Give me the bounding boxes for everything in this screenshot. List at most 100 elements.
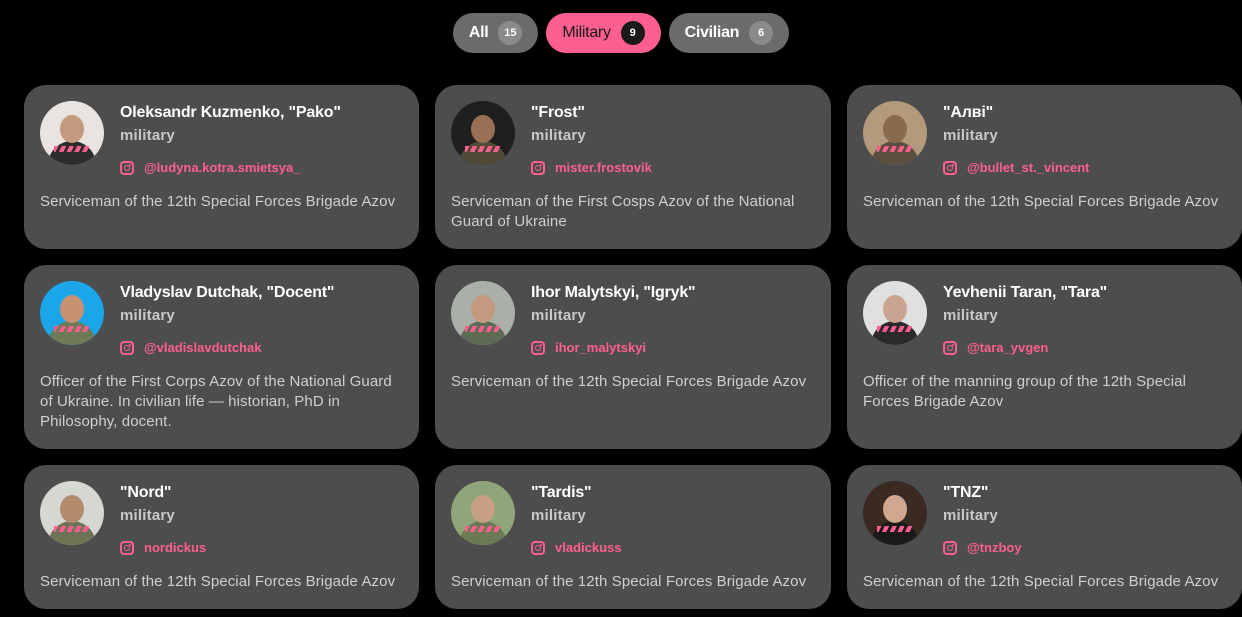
avatar — [451, 481, 515, 545]
avatar-stripes-decoration — [54, 146, 90, 152]
person-card: "Frost" military mister.frostovik Servic… — [435, 85, 831, 249]
avatar-body — [871, 521, 919, 545]
card-header: Vladyslav Dutchak, "Docent" military @vl… — [40, 281, 403, 355]
person-description: Officer of the manning group of the 12th… — [863, 373, 1187, 410]
avatar-body — [48, 321, 96, 345]
instagram-link[interactable]: @tara_yvgen — [943, 340, 1107, 355]
tab-label: Civilian — [684, 24, 740, 41]
person-info: Yevhenii Taran, "Tara" military @tara_yv… — [943, 281, 1107, 355]
person-card: Yevhenii Taran, "Tara" military @tara_yv… — [847, 265, 1242, 449]
instagram-link[interactable]: nordickus — [120, 540, 206, 555]
instagram-link[interactable]: vladickuss — [531, 540, 622, 555]
person-role: military — [120, 307, 175, 324]
card-header: "Алві" military @bullet_st._vincent — [863, 101, 1226, 175]
card-header: "Tardis" military vladickuss — [451, 481, 815, 555]
avatar-head — [60, 115, 84, 143]
avatar-stripes-decoration — [465, 526, 501, 532]
tab-civilian[interactable]: Civilian 6 — [668, 13, 790, 53]
person-card: Ihor Malytskyi, "Igryk" military ihor_ma… — [435, 265, 831, 449]
tab-count-badge: 6 — [749, 21, 774, 45]
instagram-link[interactable]: mister.frostovik — [531, 160, 652, 175]
person-info: "TNZ" military @tnzboy — [943, 481, 1022, 555]
person-card: "Nord" military nordickus Serviceman of … — [24, 465, 419, 609]
person-role: military — [531, 307, 586, 324]
person-description: Serviceman of the 12th Special Forces Br… — [40, 573, 396, 590]
person-name: "TNZ" — [943, 484, 989, 501]
person-role: military — [120, 127, 175, 144]
person-name: "Frost" — [531, 104, 585, 121]
person-description: Serviceman of the 12th Special Forces Br… — [451, 373, 807, 390]
person-name: "Tardis" — [531, 484, 592, 501]
tab-label: Military — [562, 24, 611, 41]
instagram-handle: @tnzboy — [967, 540, 1022, 555]
instagram-link[interactable]: @bullet_st._vincent — [943, 160, 1089, 175]
person-description: Serviceman of the 12th Special Forces Br… — [40, 193, 396, 210]
instagram-link[interactable]: ihor_malytskyi — [531, 340, 695, 355]
avatar-body — [48, 141, 96, 165]
instagram-handle: @vladislavdutchak — [144, 340, 262, 355]
instagram-handle: @bullet_st._vincent — [967, 160, 1090, 175]
person-info: "Tardis" military vladickuss — [531, 481, 622, 555]
instagram-handle: nordickus — [144, 540, 207, 555]
person-role: military — [531, 507, 586, 524]
person-info: Oleksandr Kuzmenko, "Pako" military @lud… — [120, 101, 341, 175]
card-header: "Nord" military nordickus — [40, 481, 403, 555]
filter-tabs: All 15 Military 9 Civilian 6 — [0, 13, 1242, 53]
person-role: military — [943, 507, 998, 524]
avatar — [451, 101, 515, 165]
avatar-head — [60, 495, 84, 523]
person-card: Vladyslav Dutchak, "Docent" military @vl… — [24, 265, 419, 449]
person-role: military — [943, 307, 998, 324]
instagram-link[interactable]: @ludyna.kotra.smietsya_ — [120, 160, 341, 175]
avatar-stripes-decoration — [54, 526, 90, 532]
person-info: "Nord" military nordickus — [120, 481, 206, 555]
person-name: Yevhenii Taran, "Tara" — [943, 284, 1108, 301]
person-info: Vladyslav Dutchak, "Docent" military @vl… — [120, 281, 334, 355]
instagram-icon — [120, 160, 134, 175]
avatar-body — [871, 141, 919, 165]
tab-label: All — [468, 24, 489, 41]
person-role: military — [531, 127, 586, 144]
instagram-icon — [943, 160, 957, 175]
instagram-handle: ihor_malytskyi — [555, 340, 647, 355]
avatar — [863, 101, 927, 165]
person-description: Serviceman of the 12th Special Forces Br… — [451, 573, 807, 590]
instagram-icon — [943, 340, 957, 355]
avatar-head — [471, 495, 495, 523]
avatar-head — [883, 115, 907, 143]
person-card: "TNZ" military @tnzboy Serviceman of the… — [847, 465, 1242, 609]
instagram-link[interactable]: @vladislavdutchak — [120, 340, 334, 355]
person-info: Ihor Malytskyi, "Igryk" military ihor_ma… — [531, 281, 696, 355]
instagram-link[interactable]: @tnzboy — [943, 540, 1022, 555]
person-role: military — [943, 127, 998, 144]
instagram-icon — [120, 340, 134, 355]
person-name: Vladyslav Dutchak, "Docent" — [120, 284, 335, 301]
avatar-head — [883, 295, 907, 323]
person-card: "Алві" military @bullet_st._vincent Serv… — [847, 85, 1242, 249]
person-description: Officer of the First Corps Azov of the N… — [40, 373, 392, 430]
person-info: "Frost" military mister.frostovik — [531, 101, 652, 175]
instagram-icon — [531, 340, 545, 355]
avatar-stripes-decoration — [465, 146, 501, 152]
avatar — [40, 481, 104, 545]
avatar-stripes-decoration — [54, 326, 90, 332]
person-card: Oleksandr Kuzmenko, "Pako" military @lud… — [24, 85, 419, 249]
avatar-head — [471, 295, 495, 323]
person-description: Serviceman of the 12th Special Forces Br… — [863, 573, 1219, 590]
avatar-head — [60, 295, 84, 323]
person-card: "Tardis" military vladickuss Serviceman … — [435, 465, 831, 609]
instagram-icon — [120, 540, 134, 555]
avatar-body — [871, 321, 919, 345]
tab-all[interactable]: All 15 — [452, 13, 539, 53]
instagram-handle: @ludyna.kotra.smietsya_ — [144, 160, 301, 175]
avatar — [40, 281, 104, 345]
person-info: "Алві" military @bullet_st._vincent — [943, 101, 1089, 175]
avatar-head — [883, 495, 907, 523]
avatar-body — [459, 321, 507, 345]
instagram-handle: vladickuss — [555, 540, 622, 555]
person-description: Serviceman of the 12th Special Forces Br… — [863, 193, 1219, 210]
card-header: "TNZ" military @tnzboy — [863, 481, 1226, 555]
avatar-body — [48, 521, 96, 545]
tab-military[interactable]: Military 9 — [546, 13, 661, 53]
instagram-handle: mister.frostovik — [555, 160, 652, 175]
